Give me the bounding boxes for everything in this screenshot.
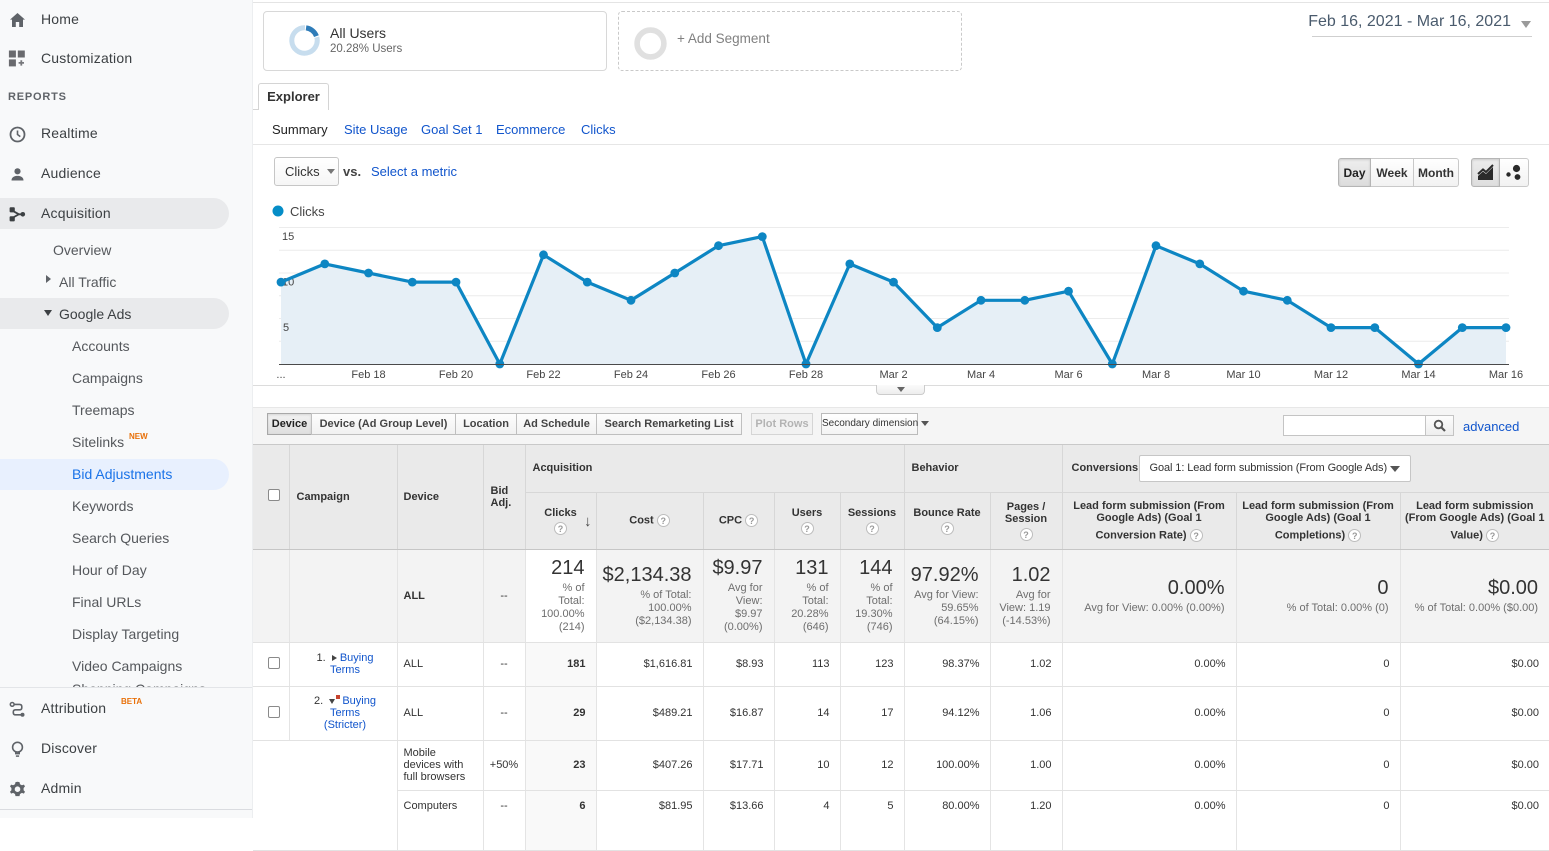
svg-text:5: 5 [283, 322, 289, 334]
svg-text:Mar 14: Mar 14 [1401, 369, 1435, 381]
svg-text:Feb 20: Feb 20 [439, 369, 473, 381]
svg-text:Mar 12: Mar 12 [1314, 369, 1348, 381]
svg-text:Mar 8: Mar 8 [1142, 369, 1170, 381]
svg-text:Mar 4: Mar 4 [967, 369, 995, 381]
svg-text:...: ... [276, 369, 285, 381]
svg-text:Feb 22: Feb 22 [526, 369, 560, 381]
svg-text:Mar 2: Mar 2 [879, 369, 907, 381]
svg-text:Mar 16: Mar 16 [1489, 369, 1523, 381]
svg-text:Clicks: Clicks [290, 204, 325, 219]
svg-text:Feb 18: Feb 18 [351, 369, 385, 381]
svg-text:Mar 10: Mar 10 [1226, 369, 1260, 381]
svg-text:Mar 6: Mar 6 [1054, 369, 1082, 381]
svg-text:15: 15 [282, 231, 294, 243]
svg-text:Feb 26: Feb 26 [701, 369, 735, 381]
svg-text:Feb 24: Feb 24 [614, 369, 648, 381]
svg-text:Feb 28: Feb 28 [789, 369, 823, 381]
